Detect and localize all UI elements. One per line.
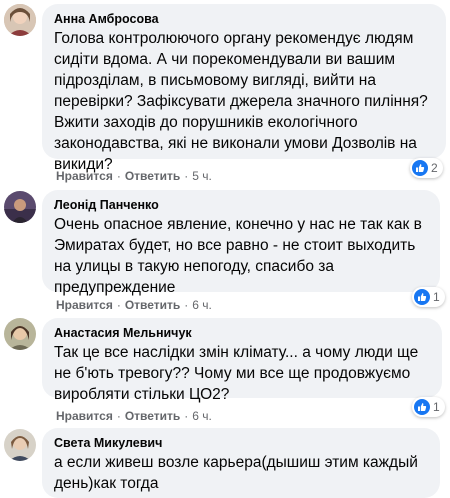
comment-time[interactable]: 6 ч. (192, 409, 212, 423)
reply-link[interactable]: Ответить (125, 409, 180, 423)
comment-actions: Нравится · Ответить · 5 ч. (56, 169, 212, 183)
reaction-count[interactable]: 1 (412, 287, 445, 307)
reply-link[interactable]: Ответить (125, 298, 180, 312)
reaction-count[interactable]: 1 (412, 397, 445, 417)
reaction-count[interactable]: 2 (410, 158, 443, 178)
like-link[interactable]: Нравится (56, 409, 113, 423)
like-link[interactable]: Нравится (56, 169, 113, 183)
like-link[interactable]: Нравится (56, 298, 113, 312)
reaction-count-label: 1 (433, 400, 440, 414)
comment-actions: Нравится · Ответить · 6 ч. (56, 298, 212, 312)
thumbs-up-icon (414, 399, 430, 415)
comment-author[interactable]: Анастасия Мельничук (54, 325, 430, 342)
reaction-count-label: 1 (433, 290, 440, 304)
comment-text: Голова контролюючого органу рекомендує л… (54, 30, 428, 173)
comment-author[interactable]: Анна Амбросова (54, 11, 434, 28)
avatar[interactable] (4, 191, 36, 223)
reply-link[interactable]: Ответить (125, 169, 180, 183)
thumbs-up-icon (414, 289, 430, 305)
comment-text: Очень опасное явление, конечно у нас не … (54, 216, 422, 296)
avatar[interactable] (4, 4, 36, 36)
comment-author[interactable]: Леонід Панченко (54, 197, 428, 214)
comment-bubble: Света Микулевич а если живеш возле карье… (42, 428, 440, 498)
comment-text: а если живеш возле карьера(дышиш этим ка… (54, 454, 418, 492)
reaction-count-label: 2 (431, 161, 438, 175)
comment-time[interactable]: 6 ч. (192, 298, 212, 312)
comment-bubble: Анна Амбросова Голова контролюючого орга… (42, 4, 446, 173)
comment-bubble: Леонід Панченко Очень опасное явление, к… (42, 190, 440, 296)
comment-author[interactable]: Света Микулевич (54, 435, 428, 452)
comment-bubble: Анастасия Мельничук Так це все наслідки … (42, 318, 442, 403)
thumbs-up-icon (412, 160, 428, 176)
comment-actions: Нравится · Ответить · 6 ч. (56, 409, 212, 423)
avatar[interactable] (4, 318, 36, 350)
avatar[interactable] (4, 429, 36, 461)
comment-time[interactable]: 5 ч. (192, 169, 212, 183)
comment-text: Так це все наслідки змін клімату... а чо… (54, 344, 419, 403)
